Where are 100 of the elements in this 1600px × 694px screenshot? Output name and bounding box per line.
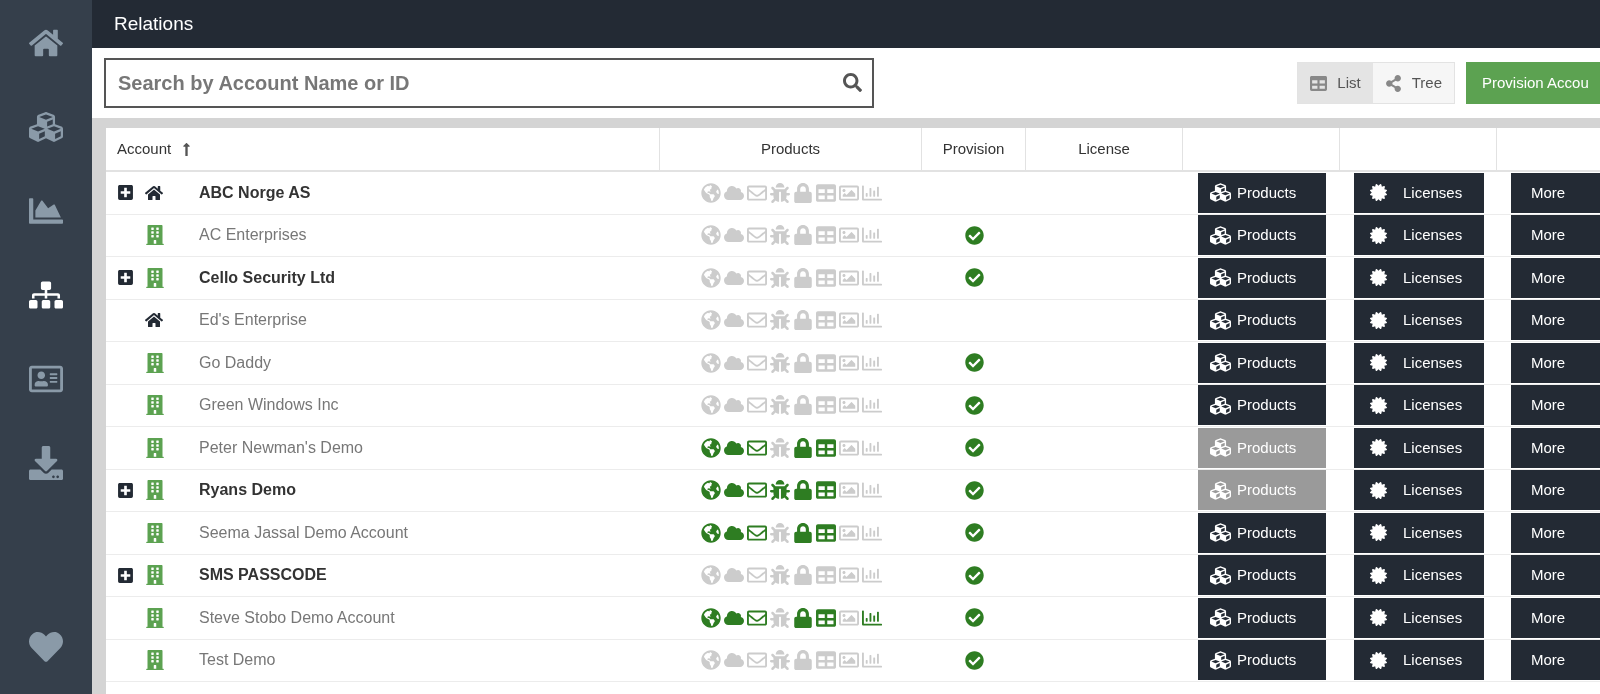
column-header[interactable]: Provision (922, 128, 1026, 170)
licenses-button[interactable]: Licenses (1354, 385, 1484, 426)
certificate-icon (1370, 481, 1387, 499)
certificate-icon (1370, 609, 1387, 627)
cubes-icon (1210, 564, 1231, 586)
certificate-icon (1370, 566, 1387, 584)
cubes-icon (1210, 182, 1231, 204)
certificate-icon (1370, 524, 1387, 542)
licenses-button[interactable]: Licenses (1354, 215, 1484, 256)
account-name: Cello Security Ltd (199, 267, 336, 288)
more-button[interactable]: More (1511, 385, 1600, 426)
certificate-icon (1370, 226, 1387, 244)
certificate-icon (1370, 439, 1387, 457)
more-button[interactable]: More (1511, 342, 1600, 383)
more-button[interactable]: More (1511, 300, 1600, 341)
products-button[interactable]: Products (1198, 257, 1326, 298)
page-title: Relations (114, 11, 194, 36)
certificate-icon (1370, 184, 1387, 202)
products-button[interactable]: Products (1198, 342, 1326, 383)
cubes-icon (1210, 649, 1231, 671)
cubes-icon (1210, 224, 1231, 246)
building-icon (145, 395, 165, 416)
cubes-icon (1210, 394, 1231, 416)
account-name: Seema Jassal Demo Account (199, 522, 408, 543)
licenses-button[interactable]: Licenses (1354, 300, 1484, 341)
cubes-icon (1210, 309, 1231, 331)
more-button[interactable]: More (1511, 597, 1600, 638)
account-name: Test Demo (199, 650, 276, 671)
building-icon (145, 437, 165, 458)
account-name: SMS PASSCODE (199, 565, 327, 586)
account-name: Ed's Enterprise (199, 310, 307, 331)
certificate-icon (1370, 354, 1387, 372)
certificate-icon (1370, 311, 1387, 329)
cubes-icon (1210, 437, 1231, 459)
more-button[interactable]: More (1511, 172, 1600, 213)
account-name: Green Windows Inc (199, 395, 339, 416)
cubes-icon (1210, 522, 1231, 544)
licenses-button[interactable]: Licenses (1354, 512, 1484, 553)
products-button[interactable]: Products (1198, 512, 1326, 553)
more-button[interactable]: More (1511, 215, 1600, 256)
account-name: Steve Stobo Demo Account (199, 607, 395, 628)
products-button[interactable]: Products (1198, 640, 1326, 681)
more-button[interactable]: More (1511, 555, 1600, 596)
building-icon (145, 267, 165, 288)
products-button[interactable]: Products (1198, 597, 1326, 638)
certificate-icon (1370, 651, 1387, 669)
expand-icon[interactable] (117, 184, 134, 202)
cubes-icon[interactable] (29, 110, 63, 144)
view-toggle-tab[interactable]: Tree (1372, 63, 1454, 103)
building-icon (145, 225, 165, 246)
heart-icon[interactable] (29, 630, 63, 664)
column-header[interactable]: License (1026, 128, 1183, 170)
licenses-button[interactable]: Licenses (1354, 470, 1484, 511)
home-icon (145, 183, 163, 202)
view-toggle-tab[interactable]: List (1298, 63, 1373, 103)
expand-icon[interactable] (117, 481, 134, 499)
search-field[interactable]: Search by Account Name or ID (104, 58, 874, 108)
account-name: ABC Norge AS (199, 182, 311, 203)
products-button[interactable]: Products (1198, 555, 1326, 596)
licenses-button[interactable]: Licenses (1354, 555, 1484, 596)
cubes-icon (1210, 479, 1231, 501)
share-icon (1384, 74, 1402, 92)
account-name: Go Daddy (199, 352, 272, 373)
building-icon (145, 522, 165, 543)
column-header[interactable]: Products (660, 128, 922, 170)
building-icon (145, 565, 165, 586)
licenses-button[interactable]: Licenses (1354, 597, 1484, 638)
licenses-button[interactable]: Licenses (1354, 427, 1484, 468)
more-button[interactable]: More (1511, 512, 1600, 553)
account-name: Peter Newman's Demo (199, 437, 363, 458)
cubes-icon (1210, 267, 1231, 289)
cubes-icon (1210, 607, 1231, 629)
building-icon (145, 352, 165, 373)
licenses-button[interactable]: Licenses (1354, 640, 1484, 681)
more-button[interactable]: More (1511, 470, 1600, 511)
account-name: Ryans Demo (199, 480, 296, 501)
account-name: AC Enterprises (199, 225, 307, 246)
column-header[interactable]: Account (106, 128, 660, 170)
sitemap-icon[interactable] (29, 278, 63, 312)
certificate-icon (1370, 396, 1387, 414)
products-button[interactable]: Products (1198, 172, 1326, 213)
more-button[interactable]: More (1511, 257, 1600, 298)
download-icon[interactable] (29, 446, 63, 480)
more-button[interactable]: More (1511, 640, 1600, 681)
building-icon (145, 480, 165, 501)
home-icon (145, 311, 163, 330)
more-button[interactable]: More (1511, 427, 1600, 468)
products-button[interactable]: Products (1198, 300, 1326, 341)
cubes-icon (1210, 352, 1231, 374)
licenses-button[interactable]: Licenses (1354, 172, 1484, 213)
expand-icon[interactable] (117, 269, 134, 287)
products-button[interactable]: Products (1198, 215, 1326, 256)
table-icon (1310, 74, 1328, 92)
products-button[interactable]: Products (1198, 385, 1326, 426)
licenses-button[interactable]: Licenses (1354, 342, 1484, 383)
building-icon (145, 607, 165, 628)
certificate-icon (1370, 269, 1387, 287)
licenses-button[interactable]: Licenses (1354, 257, 1484, 298)
search-icon (843, 73, 862, 92)
expand-icon[interactable] (117, 566, 134, 584)
